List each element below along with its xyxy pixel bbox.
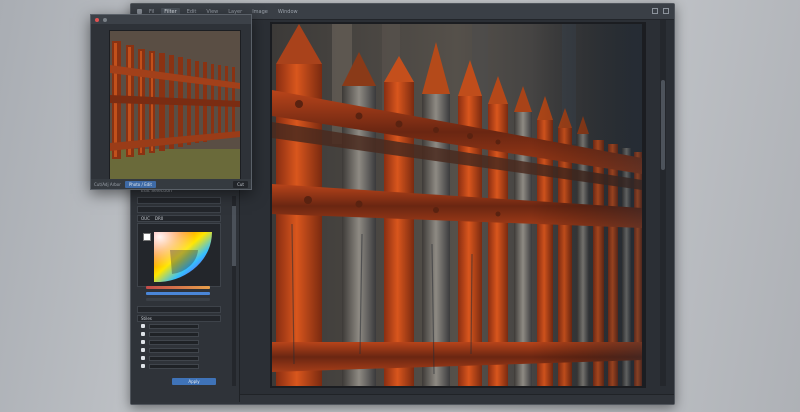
slider-row-4[interactable] — [141, 347, 199, 353]
menu-item-image[interactable]: Image — [249, 8, 271, 16]
panel-field-3[interactable]: OUC DR0 — [137, 215, 221, 222]
slider-track-6[interactable] — [149, 363, 199, 369]
slider-track-2[interactable] — [149, 331, 199, 337]
panel-section-label: Stiles — [137, 315, 221, 322]
checkbox-1[interactable] — [141, 324, 145, 328]
slider-track-5[interactable] — [149, 355, 199, 361]
apply-button[interactable]: Apply — [172, 378, 216, 385]
slider-track-1[interactable] — [149, 323, 199, 329]
panel-field-1[interactable] — [137, 197, 221, 204]
panel-scrollbar[interactable] — [232, 196, 236, 386]
checkbox-6[interactable] — [141, 364, 145, 368]
scroll-thumb[interactable] — [661, 80, 665, 170]
window-controls — [652, 8, 669, 14]
checkbox-4[interactable] — [141, 348, 145, 352]
color-wheel-graphic — [154, 232, 213, 282]
canvas-image[interactable] — [272, 24, 642, 386]
slider-row-5[interactable] — [141, 355, 199, 361]
slider-row-1[interactable] — [141, 323, 199, 329]
preview-window: Cut/Adj Arbor Photo / Edit Cut — [90, 14, 252, 190]
color-wheel[interactable] — [150, 230, 220, 284]
slider-row-2[interactable] — [141, 331, 199, 337]
panel-section-row[interactable] — [137, 306, 221, 313]
slider-track-4[interactable] — [149, 347, 199, 353]
preview-footer-label: Cut/Adj Arbor — [94, 181, 121, 187]
minimize-icon[interactable] — [652, 8, 658, 14]
panel-field-2[interactable] — [137, 206, 221, 213]
saturation-slider[interactable] — [146, 292, 210, 295]
checkbox-3[interactable] — [141, 340, 145, 344]
checkbox-5[interactable] — [141, 356, 145, 360]
preview-footer: Cut/Adj Arbor Photo / Edit Cut — [91, 179, 251, 189]
slider-row-6[interactable] — [141, 363, 199, 369]
canvas-vertical-scrollbar[interactable] — [660, 20, 666, 386]
slider-track-3[interactable] — [149, 339, 199, 345]
preview-fence-photo — [110, 31, 240, 179]
panel-scroll-thumb[interactable] — [232, 206, 236, 266]
checkbox-2[interactable] — [141, 332, 145, 336]
value-slider[interactable] — [146, 298, 210, 301]
close-icon[interactable] — [95, 17, 99, 22]
hue-slider[interactable] — [146, 286, 210, 289]
preview-image — [109, 30, 241, 180]
slider-row-3[interactable] — [141, 339, 199, 345]
maximize-icon[interactable] — [663, 8, 669, 14]
fence-photo — [272, 24, 642, 386]
photo-edit-button[interactable]: Photo / Edit — [124, 180, 156, 188]
preview-titlebar — [91, 15, 251, 24]
menu-item-window[interactable]: Window — [275, 8, 301, 16]
minimize-icon[interactable] — [103, 17, 107, 22]
cut-button[interactable]: Cut — [233, 180, 248, 188]
